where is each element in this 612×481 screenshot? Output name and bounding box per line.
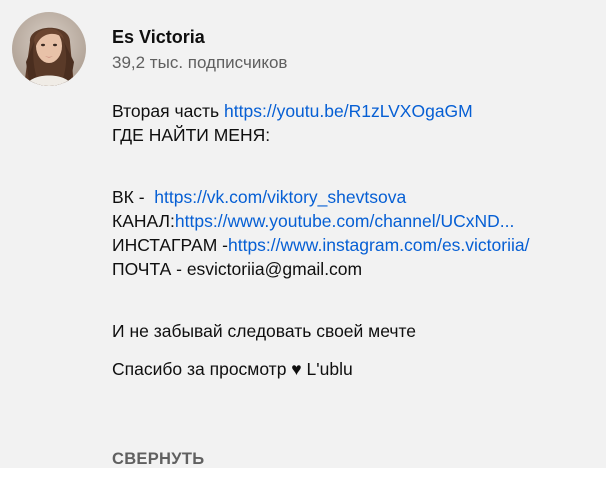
mail-line: ПОЧТА - esvictoriia@gmail.com xyxy=(112,257,602,281)
collapse-button[interactable]: СВЕРНУТЬ xyxy=(112,449,204,469)
description-text: Вторая часть https://youtu.be/R1zLVXOgaG… xyxy=(112,99,602,381)
dream-line: И не забывай следовать своей мечте xyxy=(112,321,417,341)
vk-line: ВК - https://vk.com/viktory_shevtsova xyxy=(112,185,602,209)
thanks-line: Спасибо за просмотр ♥ L'ublu xyxy=(112,359,353,379)
vk-label: ВК - xyxy=(112,187,155,207)
instagram-link[interactable]: https://www.instagram.com/es.victoriia/ xyxy=(228,235,529,255)
part2-line: Вторая часть https://youtu.be/R1zLVXOgaG… xyxy=(112,99,602,123)
channel-label: КАНАЛ: xyxy=(112,211,175,231)
instagram-label: ИНСТАГРАМ - xyxy=(112,235,228,255)
vk-link[interactable]: https://vk.com/viktory_shevtsova xyxy=(154,187,406,207)
channel-link[interactable]: https://www.youtube.com/channel/UCxND... xyxy=(175,211,514,231)
video-description-panel: Es Victoria 39,2 тыс. подписчиков Вторая… xyxy=(0,0,606,468)
part2-link[interactable]: https://youtu.be/R1zLVXOgaGM xyxy=(224,101,473,121)
where-heading: ГДЕ НАЙТИ МЕНЯ: xyxy=(112,125,271,145)
avatar-photo xyxy=(12,12,86,86)
channel-avatar[interactable] xyxy=(12,12,86,86)
instagram-line: ИНСТАГРАМ -https://www.instagram.com/es.… xyxy=(112,233,602,257)
mail-label: ПОЧТА - xyxy=(112,259,187,279)
mail-value: esvictoriia@gmail.com xyxy=(186,259,363,279)
part2-label: Вторая часть xyxy=(112,101,225,121)
channel-line: КАНАЛ:https://www.youtube.com/channel/UC… xyxy=(112,209,602,233)
subscriber-count: 39,2 тыс. подписчиков xyxy=(112,53,288,72)
channel-name[interactable]: Es Victoria xyxy=(112,26,205,48)
